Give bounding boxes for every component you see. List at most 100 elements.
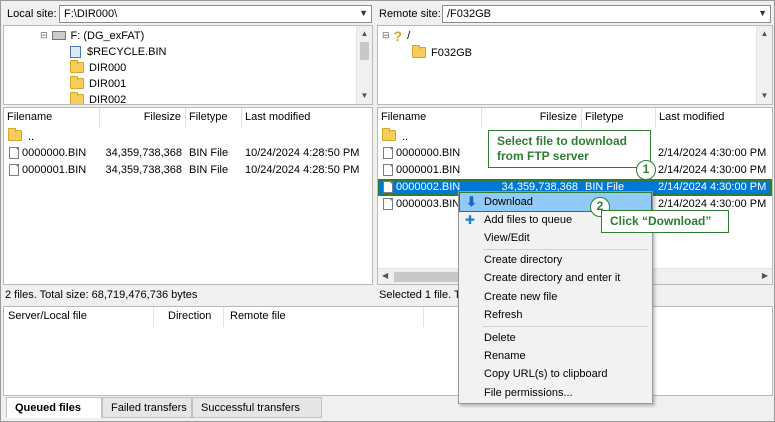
tree-item-root[interactable]: ⊟ ? / <box>382 27 410 44</box>
tree-item-f032gb[interactable]: F032GB <box>412 44 472 61</box>
remote-site-path: /F032GB <box>447 8 492 20</box>
local-tree-pane: ⊟ F: (DG_exFAT) $RECYCLE.BIN DIR000 DIR0… <box>3 25 373 105</box>
folder-icon <box>382 128 396 141</box>
file-type: BIN File <box>189 147 229 159</box>
menu-item-create-new-file[interactable]: Create new file <box>460 288 651 306</box>
column-header-filename[interactable]: Filename <box>378 108 482 128</box>
folder-icon <box>8 128 22 141</box>
drive-icon <box>51 31 66 40</box>
scroll-left-icon[interactable]: ◀ <box>382 271 388 280</box>
menu-item-create-directory[interactable]: Create directory <box>460 251 651 269</box>
file-modified: 2/14/2024 4:30:00 PM <box>658 198 767 210</box>
chevron-down-icon[interactable]: ▼ <box>359 8 368 18</box>
tree-item-label: DIR000 <box>89 61 127 74</box>
tab-successful-transfers[interactable]: Successful transfers <box>192 397 322 418</box>
menu-item-file-permissions[interactable]: File permissions... <box>460 384 651 402</box>
folder-icon <box>70 60 84 73</box>
unknown-folder-icon: ? <box>393 27 403 44</box>
tab-failed-transfers[interactable]: Failed transfers <box>102 397 192 418</box>
file-modified: 2/14/2024 4:30:00 PM <box>658 181 767 193</box>
scroll-up-icon[interactable]: ▲ <box>757 26 772 42</box>
local-site-path-combo[interactable]: F:\DIR000\ ▼ <box>59 5 372 23</box>
file-icon <box>9 147 19 159</box>
collapse-icon[interactable]: ⊟ <box>40 30 48 41</box>
callout-select-file: Select file to download from FTP server <box>488 130 651 168</box>
column-header-filesize[interactable]: Filesize <box>482 108 582 128</box>
local-status-bar: 2 files. Total size: 68,719,476,736 byte… <box>5 289 198 301</box>
menu-item-refresh[interactable]: Refresh <box>460 306 651 324</box>
tree-item-label: / <box>407 29 411 42</box>
column-header-server-local-file[interactable]: Server/Local file <box>4 307 154 327</box>
file-icon <box>9 164 19 176</box>
folder-icon <box>70 76 84 89</box>
file-name: 0000000.BIN <box>396 147 461 159</box>
local-site-label: Local site: <box>7 8 57 20</box>
local-tree-scrollbar[interactable]: ▲ ▼ <box>356 26 372 104</box>
tree-item-label: DIR002 <box>89 93 127 105</box>
column-header-filename[interactable]: Filename <box>4 108 100 128</box>
tree-item-dir001[interactable]: DIR001 <box>70 75 126 92</box>
file-name: 0000000.BIN <box>22 147 87 159</box>
column-header-remote-file[interactable]: Remote file <box>224 307 424 327</box>
file-name: 0000001.BIN <box>396 164 461 176</box>
file-modified: 10/24/2024 4:28:50 PM <box>245 147 360 159</box>
scroll-thumb[interactable] <box>394 272 464 282</box>
recycle-bin-icon <box>70 45 81 58</box>
local-file-list: Filename Filesize Filetype Last modified… <box>3 107 373 285</box>
tree-item-dir002[interactable]: DIR002 <box>70 91 127 105</box>
file-type: BIN File <box>189 164 229 176</box>
remote-tree-pane: ⊟ ? / F032GB ▲ ▼ <box>377 25 773 105</box>
file-icon <box>383 181 393 193</box>
tree-item-label: F: (DG_exFAT) <box>70 29 145 42</box>
add-to-queue-icon: ✚ <box>465 213 476 227</box>
ftp-client-window: Local site: F:\DIR000\ ▼ Remote site: /F… <box>0 0 775 422</box>
file-size: 34,359,738,368 <box>105 147 182 159</box>
scroll-right-icon[interactable]: ▶ <box>762 271 768 280</box>
scroll-down-icon[interactable]: ▼ <box>757 88 772 104</box>
menu-item-download[interactable]: ⬇ Download <box>459 192 652 212</box>
file-modified: 10/24/2024 4:28:50 PM <box>245 164 360 176</box>
tree-item-drive[interactable]: ⊟ F: (DG_exFAT) <box>40 27 144 44</box>
remote-tree-scrollbar[interactable]: ▲ ▼ <box>756 26 772 104</box>
file-icon <box>383 147 393 159</box>
column-header-filesize[interactable]: Filesize <box>100 108 186 128</box>
menu-item-create-directory-enter[interactable]: Create directory and enter it <box>460 269 651 287</box>
file-name: .. <box>28 131 35 143</box>
column-header-filetype[interactable]: Filetype <box>186 108 242 128</box>
chevron-down-icon[interactable]: ▼ <box>758 8 767 18</box>
folder-icon <box>412 45 426 58</box>
tab-queued-files[interactable]: Queued files <box>6 397 102 418</box>
table-row[interactable]: 0000001.BIN 34,359,738,368 BIN File 10/2… <box>4 162 372 179</box>
scroll-up-icon[interactable]: ▲ <box>357 26 372 42</box>
remote-status-bar: Selected 1 file. To <box>379 289 466 301</box>
file-name: 0000001.BIN <box>22 164 87 176</box>
callout-click-download: Click “Download” <box>601 210 729 233</box>
scroll-thumb[interactable] <box>360 42 369 60</box>
file-name: 0000002.BIN <box>396 181 461 193</box>
table-row[interactable]: .. <box>4 128 372 145</box>
file-name: .. <box>402 131 409 143</box>
column-header-last-modified[interactable]: Last modified <box>656 108 772 128</box>
scroll-down-icon[interactable]: ▼ <box>357 88 372 104</box>
transfer-queue-pane: Server/Local file Direction Remote file <box>3 306 773 396</box>
file-icon <box>383 198 393 210</box>
menu-item-delete[interactable]: Delete <box>460 329 651 347</box>
menu-separator <box>483 249 648 250</box>
column-header-last-modified[interactable]: Last modified <box>242 108 372 128</box>
table-row[interactable]: 0000000.BIN 34,359,738,368 BIN File 10/2… <box>4 145 372 162</box>
menu-item-copy-url[interactable]: Copy URL(s) to clipboard <box>460 365 651 383</box>
file-modified: 2/14/2024 4:30:00 PM <box>658 147 767 159</box>
file-size: 34,359,738,368 <box>105 164 182 176</box>
column-header-filetype[interactable]: Filetype <box>582 108 656 128</box>
tree-item-dir000[interactable]: DIR000 <box>70 59 126 76</box>
file-modified: 2/14/2024 4:30:00 PM <box>658 164 767 176</box>
file-icon <box>383 164 393 176</box>
tree-item-recycle-bin[interactable]: $RECYCLE.BIN <box>70 43 166 60</box>
collapse-icon[interactable]: ⊟ <box>382 30 390 41</box>
remote-site-path-combo[interactable]: /F032GB ▼ <box>442 5 771 23</box>
file-name: 0000003.BIN <box>396 198 461 210</box>
menu-item-rename[interactable]: Rename <box>460 347 651 365</box>
column-header-direction[interactable]: Direction <box>154 307 224 327</box>
download-arrow-icon: ⬇ <box>466 194 477 209</box>
remote-site-label: Remote site: <box>379 8 441 20</box>
